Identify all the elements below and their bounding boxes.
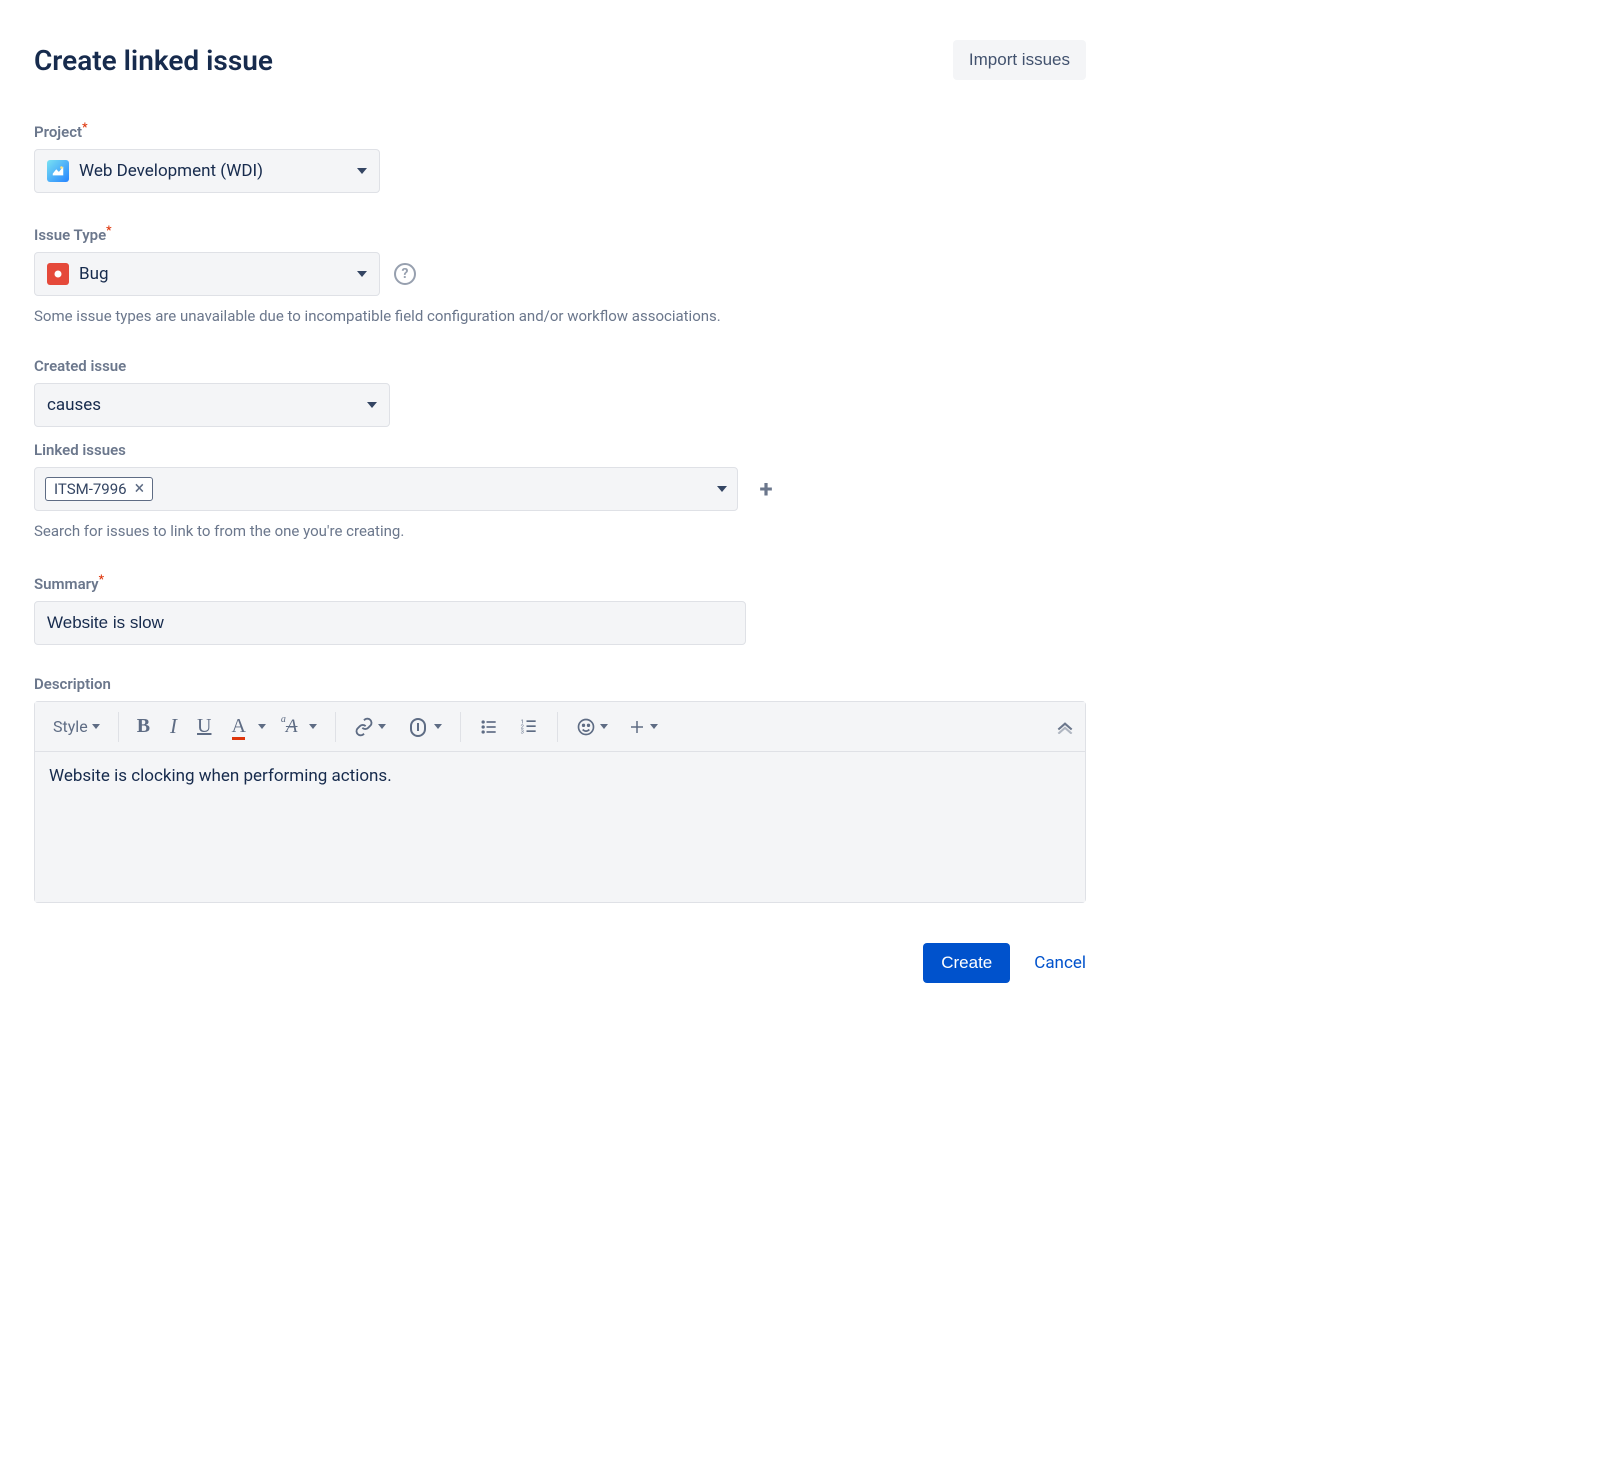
issue-type-select[interactable]: Bug [34,252,380,296]
toolbar-separator [118,712,119,742]
issue-type-label: Issue Type* [34,223,1086,244]
chip-label: ITSM-7996 [54,480,127,498]
summary-field-group: Summary* [34,572,1086,645]
style-dropdown[interactable]: Style [45,711,108,742]
project-select[interactable]: Web Development (WDI) [34,149,380,193]
chevron-down-icon [357,168,367,174]
emoji-button[interactable] [568,711,616,743]
linked-issues-helper: Search for issues to link to from the on… [34,521,1086,542]
bullet-list-button[interactable] [471,711,507,743]
add-linked-issue-button[interactable]: + [752,475,780,503]
toolbar-separator [460,712,461,742]
chevron-down-icon [309,724,317,729]
summary-input[interactable] [34,601,746,645]
description-textarea[interactable]: Website is clocking when performing acti… [35,752,1085,902]
clear-formatting-button[interactable]: aA [278,710,326,744]
svg-text:3: 3 [521,729,524,735]
dialog-footer: Create Cancel [34,943,1086,983]
issue-type-value: Bug [79,264,109,284]
bug-icon [47,263,69,285]
created-issue-value: causes [47,395,101,415]
description-field-group: Description Style B I U A aA 12 [34,675,1086,903]
italic-button[interactable]: I [162,708,185,745]
linked-issues-field-group: Linked issues ITSM-7996 × + Search for i… [34,441,1086,542]
link-button[interactable] [346,711,394,743]
project-label: Project* [34,120,1086,141]
issue-type-field-group: Issue Type* Bug ? Some issue types are u… [34,223,1086,327]
linked-issues-label: Linked issues [34,441,1086,459]
summary-label: Summary* [34,572,1086,593]
chevron-down-icon [434,724,442,729]
description-label: Description [34,675,1086,693]
chevron-down-icon [600,724,608,729]
rich-text-editor: Style B I U A aA 123 [34,701,1086,903]
chevron-down-icon [717,486,727,492]
dialog-title: Create linked issue [34,44,273,77]
chip-remove-icon[interactable]: × [135,480,145,498]
bold-button[interactable]: B [129,709,158,744]
text-color-button[interactable]: A [223,709,273,744]
underline-button[interactable]: U [189,709,219,744]
cancel-button[interactable]: Cancel [1034,953,1086,973]
dialog-header: Create linked issue Import issues [34,40,1086,80]
toolbar-separator [557,712,558,742]
created-issue-label: Created issue [34,357,1086,375]
help-icon[interactable]: ? [394,263,416,285]
issue-type-helper: Some issue types are unavailable due to … [34,306,1086,327]
toolbar-separator [335,712,336,742]
numbered-list-button[interactable]: 123 [511,711,547,743]
import-issues-button[interactable]: Import issues [953,40,1086,80]
project-icon [47,160,69,182]
chevron-down-icon [92,724,100,729]
chevron-down-icon [258,724,266,729]
linked-issues-input[interactable]: ITSM-7996 × [34,467,738,511]
create-button[interactable]: Create [923,943,1010,983]
created-issue-select[interactable]: causes [34,383,390,427]
chevron-down-icon [357,271,367,277]
linked-issue-chip: ITSM-7996 × [45,477,153,501]
collapse-toolbar-button[interactable] [1055,720,1075,734]
project-field-group: Project* Web Development (WDI) [34,120,1086,193]
project-value: Web Development (WDI) [79,161,263,181]
editor-toolbar: Style B I U A aA 123 [35,702,1085,752]
created-issue-field-group: Created issue causes [34,357,1086,427]
attachment-button[interactable] [398,709,450,745]
chevron-down-icon [367,402,377,408]
chevron-down-icon [650,724,658,729]
chevron-down-icon [378,724,386,729]
insert-more-button[interactable] [620,712,666,742]
